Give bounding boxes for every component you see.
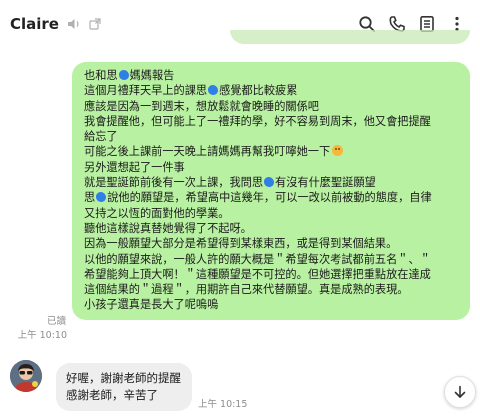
arrow-down-icon — [454, 385, 466, 398]
message-line: 感謝老師，辛苦了 — [66, 388, 158, 402]
incoming-timestamp: 上午 10:15 — [198, 399, 248, 410]
message-line: 可能之後上課前一天晚上請媽媽再幫我叮嚀她一下 — [84, 144, 460, 159]
message-line: 應該是因為一到週末，想放鬆就會晚睡的關係吧 — [84, 99, 319, 113]
avatar[interactable] — [10, 360, 42, 392]
read-receipt: 已讀 — [46, 316, 66, 327]
smile-emoji-icon — [332, 145, 344, 157]
message-line: 這個結果的＂過程＂，用期許自己來代替願望。真是成熟的表現。 — [84, 283, 409, 297]
outgoing-timestamp: 上午 10:10 — [17, 330, 67, 341]
message-line: 就是聖誕節前後有一次上課，我問思 有沒有什麼聖誕願望 — [84, 176, 376, 190]
incoming-message-bubble[interactable]: 好喔，謝謝老師的提醒 感謝老師，辛苦了 — [56, 363, 192, 411]
message-line: 另外還想起了一件事 — [84, 160, 185, 174]
message-line: 思說他的願望是，希望高中這幾年，可以一改以前被動的態度，自律 — [84, 191, 432, 205]
mute-icon[interactable] — [67, 18, 83, 30]
message-line: 也和思 媽媽報告 — [84, 69, 175, 82]
blue-sticker-icon — [118, 70, 129, 80]
blue-sticker-icon — [208, 85, 219, 96]
message-line: 小孩子還真是長大了呢嗚嗚 — [84, 298, 219, 312]
message-line: 這個月禮拜天早上的課思 感覺都比較疲累 — [84, 84, 298, 98]
message-line: 聽他這樣說真替她覺得了不起呀。 — [84, 221, 252, 235]
message-line: 希望能夠上頂大啊！＂這種願望是不可控的。但她選擇把重點放在達成 — [84, 267, 431, 281]
message-line: 又持之以恆的面對他的學業。 — [84, 206, 230, 220]
message-line: 以他的願望來說，一般人許的願大概是＂希望每次考試都前五名＂、＂ — [84, 252, 431, 266]
previous-message-fragment — [230, 30, 470, 44]
chat-window: Claire 也和思 媽媽報告 這個月禮拜天早上的課思 感覺都比較疲累 應該是因… — [0, 0, 480, 416]
external-window-icon[interactable] — [89, 18, 101, 30]
blue-sticker-icon — [264, 177, 275, 188]
message-line: 我會提醒他，但可能上了一禮拜的學，好不容易到周末，他又會把提醒 — [84, 114, 431, 128]
outgoing-message-bubble[interactable]: 也和思 媽媽報告 這個月禮拜天早上的課思 感覺都比較疲累 應該是因為一到週末，想放鬆… — [72, 62, 470, 320]
message-line: 好喔，謝謝老師的提醒 — [66, 371, 181, 385]
message-line: 給忘了 — [84, 130, 118, 144]
blue-sticker-icon — [96, 192, 107, 203]
scroll-to-bottom-button[interactable] — [444, 376, 476, 408]
message-line: 因為一般願望大部分是希望得到某樣東西，或是得到某個結果。 — [84, 237, 398, 251]
chat-name[interactable]: Claire — [10, 15, 59, 33]
